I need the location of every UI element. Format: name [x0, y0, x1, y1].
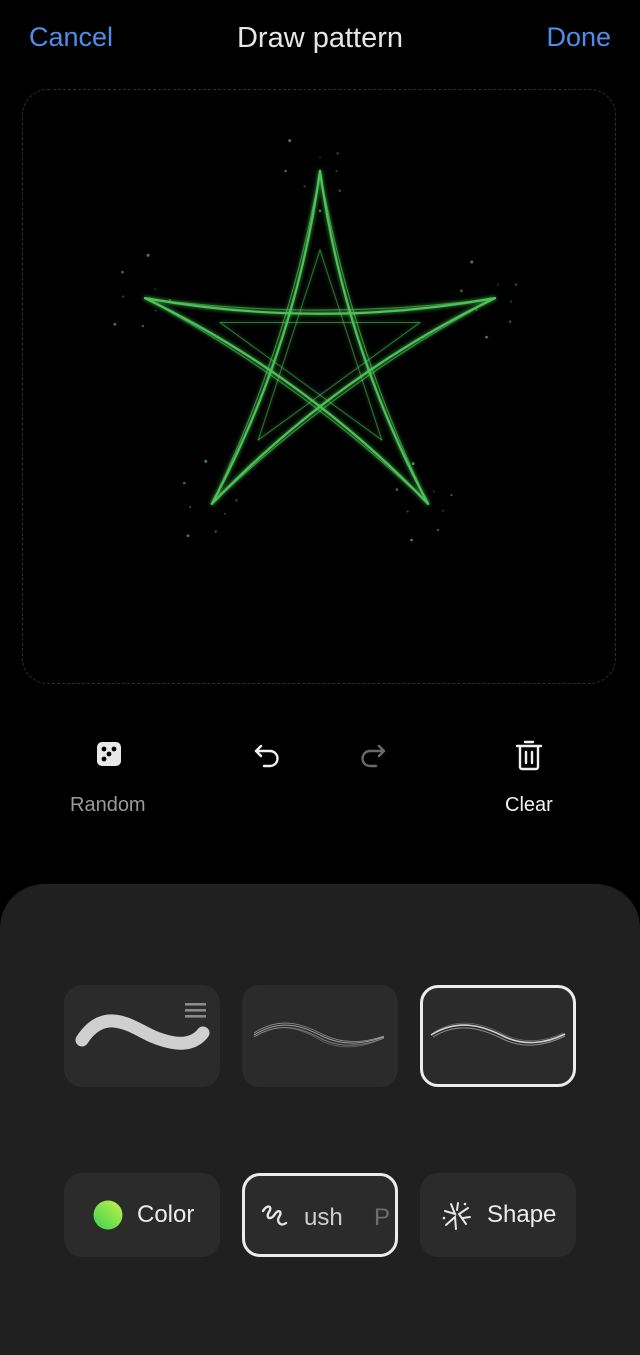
- sparkle-dot: [154, 309, 157, 312]
- redo-icon: [361, 744, 386, 768]
- sparkle-dot: [288, 139, 292, 143]
- star-edge: [318, 169, 430, 505]
- star-edge: [210, 169, 322, 505]
- inner-star-line: [257, 249, 321, 441]
- brush-option-glow[interactable]: [420, 985, 576, 1087]
- sparkle-dot: [303, 185, 306, 188]
- tab-shape-label: Shape: [487, 1201, 557, 1228]
- star-edge-echo: [144, 297, 496, 311]
- star-edge-echo: [319, 170, 429, 505]
- star-edge: [143, 297, 430, 505]
- star-edge: [143, 297, 497, 315]
- star-edge-echo: [211, 297, 496, 505]
- sparkle-dot: [410, 538, 413, 542]
- sparkle-dot: [214, 530, 217, 533]
- undo-icon: [254, 744, 279, 768]
- sparkle-dot: [514, 283, 518, 286]
- sparkle-dot: [450, 494, 453, 497]
- sparkle-dot: [284, 169, 287, 173]
- sparkle-dot: [395, 488, 399, 491]
- sparkle-dot: [186, 534, 190, 538]
- brush-option-fine[interactable]: [242, 985, 398, 1087]
- sparkle-dot: [335, 170, 338, 172]
- sparkle-dot: [224, 512, 226, 515]
- sparkle-dot: [406, 510, 409, 513]
- smooth-stroke-preview: [75, 1014, 210, 1050]
- sparkle-dot: [219, 491, 222, 494]
- sparkle-dot: [460, 289, 463, 293]
- sparkle-dot: [411, 462, 415, 466]
- sparkle-dot: [336, 152, 339, 155]
- sparkle-dot: [442, 509, 445, 512]
- inner-star-line: [319, 249, 383, 441]
- undo-button[interactable]: [251, 738, 283, 770]
- sparkle-dot: [113, 322, 117, 326]
- done-button[interactable]: Done: [546, 22, 611, 53]
- sparkle-dot: [235, 499, 238, 502]
- tab-color-label: Color: [137, 1201, 195, 1228]
- redo-button[interactable]: [357, 738, 389, 770]
- sparkle-dot: [485, 335, 488, 339]
- sparkle-dot: [183, 481, 186, 485]
- tab-color[interactable]: Color: [64, 1173, 220, 1257]
- sparkle-dot: [436, 528, 440, 532]
- color-swatch-icon: [93, 1200, 123, 1230]
- sparkle-dot: [319, 156, 321, 159]
- sparkle-dot: [318, 209, 322, 213]
- top-bar: Cancel Draw pattern Done: [0, 0, 640, 88]
- sparkle-dot: [510, 300, 513, 303]
- sparkle-dot: [121, 270, 124, 274]
- random-button[interactable]: [94, 739, 124, 769]
- sparkle-dot: [338, 189, 341, 192]
- brush-option-smooth[interactable]: [64, 985, 220, 1087]
- sparkle-dot: [475, 308, 478, 312]
- sparkle-dot: [204, 459, 208, 463]
- tab-brush-label: ush: [304, 1204, 343, 1231]
- star-edge-echo: [211, 170, 321, 505]
- clear-label: Clear: [505, 794, 553, 816]
- dice-icon: [97, 742, 121, 766]
- drawing-canvas[interactable]: [22, 89, 616, 684]
- sparkle-dot: [508, 320, 512, 323]
- tab-brush[interactable]: ush P: [242, 1173, 398, 1257]
- sparkle-dot: [470, 260, 474, 264]
- sparkle-dot: [141, 324, 145, 328]
- glow-stroke-preview: [430, 1022, 566, 1046]
- brush-panel: Color ush P Shape: [0, 884, 640, 1355]
- clear-button[interactable]: [514, 738, 544, 772]
- page-title: Draw pattern: [236, 22, 403, 54]
- tab-next-label-partial: P: [374, 1204, 391, 1231]
- sparkle-dot: [146, 253, 150, 257]
- sparkle-dot: [189, 505, 192, 509]
- tab-shape[interactable]: Shape: [420, 1173, 576, 1257]
- trash-icon: [515, 740, 543, 771]
- sparkle-dot: [154, 288, 157, 291]
- pentagram-pattern: [113, 139, 518, 542]
- sparkle-dot: [168, 298, 171, 302]
- sparkle-dot: [122, 295, 125, 298]
- fine-stroke-preview: [253, 1022, 385, 1048]
- sparkle-dot: [496, 283, 499, 286]
- star-edge-echo: [144, 297, 429, 505]
- menu-icon: [185, 1003, 206, 1018]
- sparkle-shape-icon: [442, 1202, 471, 1230]
- random-label: Random: [70, 794, 146, 816]
- star-edge: [210, 297, 497, 505]
- sparkle-dot: [432, 490, 435, 493]
- squiggle-icon: [261, 1205, 288, 1226]
